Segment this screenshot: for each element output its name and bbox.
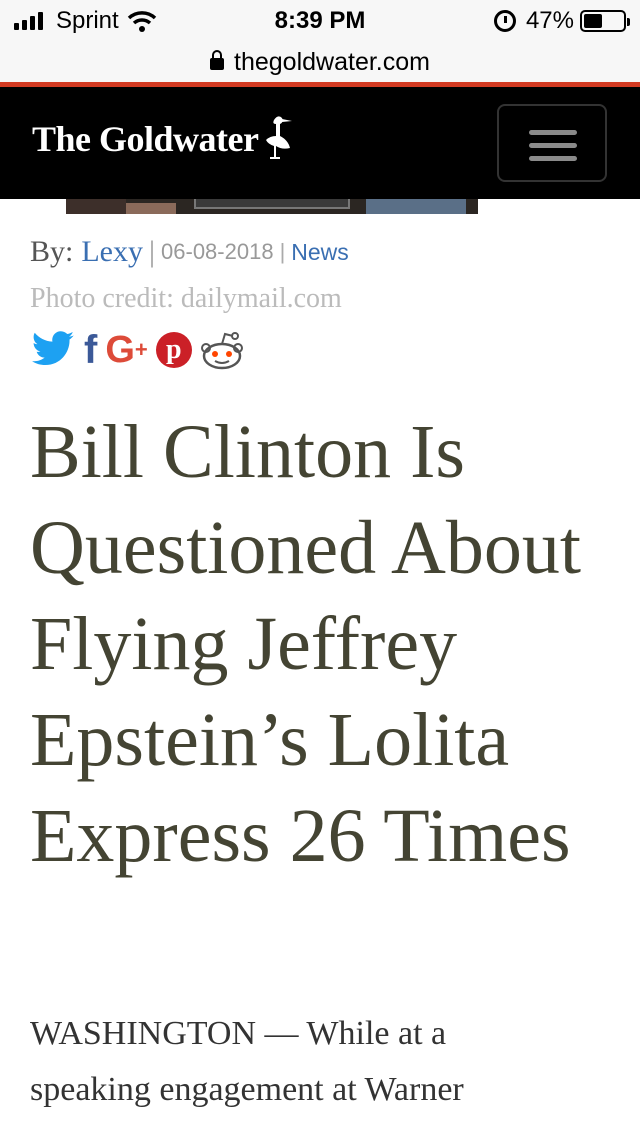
battery-fill [584, 14, 602, 28]
status-right: 47% [493, 7, 630, 34]
battery-icon [580, 10, 630, 32]
battery-cap [627, 18, 630, 26]
body-line: speaking engagement at Warner [30, 1071, 464, 1108]
byline-divider: | [279, 239, 286, 264]
heron-bird-icon [266, 116, 293, 159]
author-link[interactable]: Lexy [81, 235, 143, 269]
status-bar: Sprint 8:39 PM 47% [0, 0, 640, 42]
site-logo[interactable]: The Goldwater [32, 116, 294, 161]
article-body: WASHINGTON — While at a speaking engagem… [30, 1006, 630, 1118]
lock-icon [210, 50, 225, 72]
photo-credit: Photo credit: dailymail.com [30, 283, 342, 314]
twitter-icon[interactable] [30, 331, 76, 369]
logo-text: The Goldwater [32, 119, 259, 159]
category-link[interactable]: News [291, 239, 349, 266]
site-header: The Goldwater [0, 87, 640, 199]
pinterest-icon[interactable]: p [155, 332, 192, 368]
article-headline: Bill Clinton Is Questioned About Flying … [30, 410, 581, 878]
article-byline: By: Lexy | 06-08-2018 | News [30, 232, 349, 272]
facebook-icon[interactable]: f [84, 330, 97, 370]
alarm-icon [493, 10, 516, 32]
share-bar: f G + p [30, 328, 252, 372]
battery-percent: 47% [525, 7, 574, 34]
url-text[interactable]: thegoldwater.com [234, 48, 430, 77]
google-plus-icon[interactable]: G + [105, 331, 147, 369]
address-bar[interactable]: thegoldwater.com [0, 42, 640, 82]
body-line: WASHINGTON — While at a [30, 1015, 447, 1052]
byline-label: By: [30, 235, 74, 268]
reddit-icon[interactable] [200, 330, 244, 370]
article-date: 06-08-2018 [161, 239, 274, 264]
hamburger-menu-icon[interactable] [497, 104, 607, 182]
article-hero-image [66, 199, 478, 214]
byline-divider: | [149, 235, 156, 268]
